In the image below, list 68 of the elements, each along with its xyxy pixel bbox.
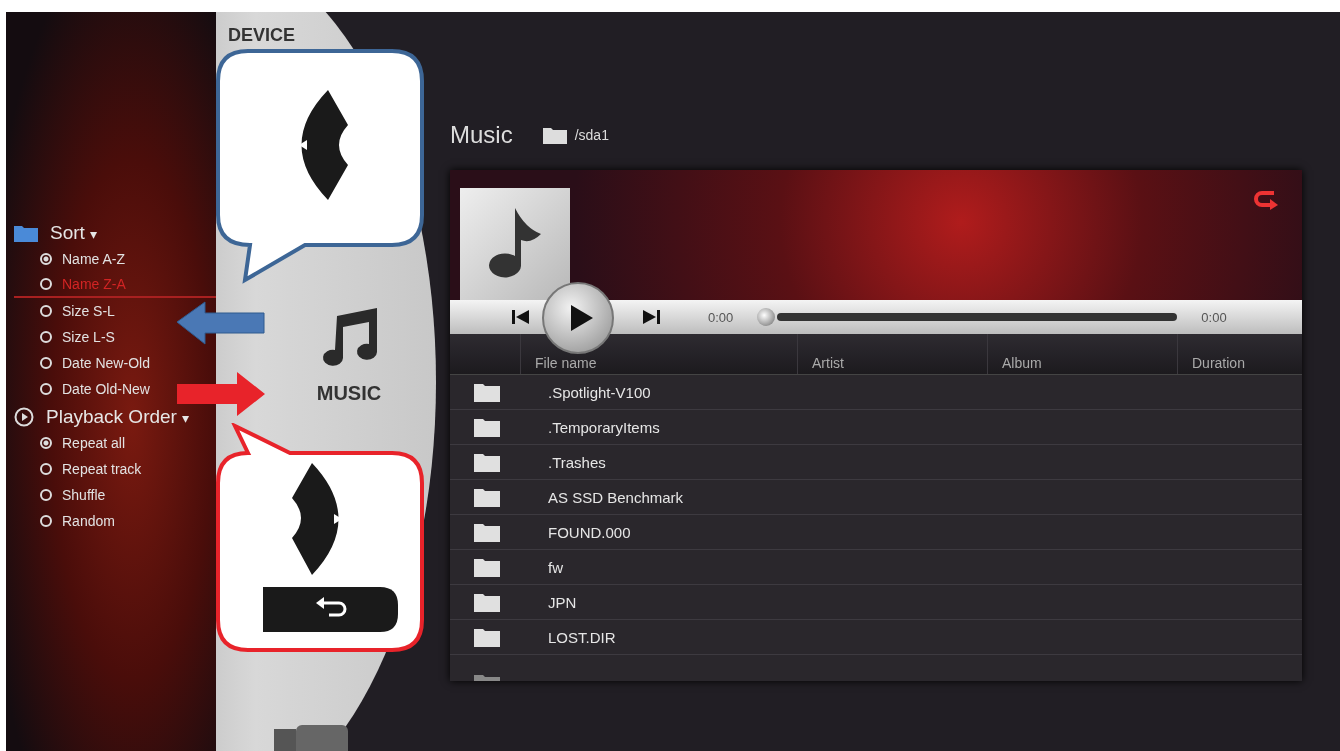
- folder-icon: [474, 522, 500, 542]
- column-header[interactable]: Duration: [1177, 334, 1302, 374]
- option-label[interactable]: Repeat track: [62, 461, 142, 477]
- wheel-label[interactable]: MUSIC: [316, 382, 382, 405]
- radio-button[interactable]: [40, 383, 52, 395]
- file-name: AS SSD Benchmark: [548, 488, 684, 506]
- radio-button[interactable]: [40, 437, 52, 449]
- file-row[interactable]: FOUND.000: [450, 515, 1302, 550]
- radio-button[interactable]: [40, 515, 52, 527]
- column-header[interactable]: Album: [987, 334, 1177, 374]
- folder-icon: [474, 673, 500, 681]
- play-icon: [569, 305, 593, 331]
- file-row[interactable]: .Trashes: [450, 445, 1302, 480]
- option-label[interactable]: Repeat all: [62, 435, 126, 451]
- folder-icon: [474, 627, 500, 647]
- folder-icon: [474, 592, 500, 612]
- file-row[interactable]: .TemporaryItems: [450, 410, 1302, 445]
- folder-path: /sda1: [574, 127, 609, 143]
- folder-icon: [14, 224, 38, 242]
- file-name: FOUND.000: [548, 523, 631, 541]
- play-circle-icon: [14, 407, 34, 427]
- option-label[interactable]: Date New-Old: [62, 355, 150, 371]
- menu-heading[interactable]: Sort ▾: [50, 222, 98, 244]
- folder-icon: [474, 452, 500, 472]
- file-name: fw: [548, 558, 563, 576]
- radio-button[interactable]: [40, 278, 52, 290]
- elapsed-time: 0:00: [708, 309, 734, 325]
- radio-button[interactable]: [40, 357, 52, 369]
- next-icon[interactable]: [642, 310, 660, 324]
- option-label[interactable]: Date Old-New: [62, 381, 150, 397]
- option-label[interactable]: Random: [62, 513, 115, 529]
- file-name: .TemporaryItems: [548, 418, 660, 436]
- wheel-label: DEVICE: [228, 26, 296, 44]
- option-label[interactable]: Size S-L: [62, 303, 115, 319]
- file-name: .Trashes: [548, 453, 606, 471]
- radio-button[interactable]: [40, 253, 52, 265]
- remote-key-icon: [299, 90, 348, 200]
- folder-icon: [474, 417, 500, 437]
- total-time: 0:00: [1201, 309, 1227, 325]
- repeat-icon[interactable]: [1254, 188, 1280, 210]
- folder-icon: [474, 382, 500, 402]
- radio-button[interactable]: [40, 305, 52, 317]
- radio-button[interactable]: [40, 489, 52, 501]
- progress-thumb[interactable]: [757, 308, 776, 326]
- option-label[interactable]: Shuffle: [62, 487, 106, 503]
- column-header[interactable]: Artist: [797, 334, 987, 374]
- file-row[interactable]: JPN: [450, 585, 1302, 620]
- option-label[interactable]: Name A-Z: [62, 251, 125, 267]
- column-header[interactable]: File name: [520, 334, 797, 374]
- file-row[interactable]: AS SSD Benchmark: [450, 480, 1302, 515]
- file-name: JPN: [548, 593, 577, 611]
- folder-icon: [474, 557, 500, 577]
- radio-button[interactable]: [40, 463, 52, 475]
- menu-heading[interactable]: Playback Order ▾: [46, 406, 190, 428]
- progress-track[interactable]: [777, 313, 1178, 321]
- file-row[interactable]: .Spotlight-V100: [450, 375, 1302, 410]
- radio-button[interactable]: [40, 331, 52, 343]
- file-name: .Spotlight-V100: [548, 383, 651, 401]
- remote-key-icon: [292, 463, 342, 575]
- folder-icon: [474, 487, 500, 507]
- previous-icon[interactable]: [512, 310, 530, 324]
- file-name: LOST.DIR: [548, 628, 616, 646]
- page-title: Music: [450, 121, 513, 149]
- option-label[interactable]: Size L-S: [62, 329, 115, 345]
- back-key-icon: [263, 587, 398, 632]
- file-row[interactable]: fw: [450, 550, 1302, 585]
- file-row[interactable]: LOST.DIR: [450, 620, 1302, 655]
- folder-icon: [542, 126, 567, 144]
